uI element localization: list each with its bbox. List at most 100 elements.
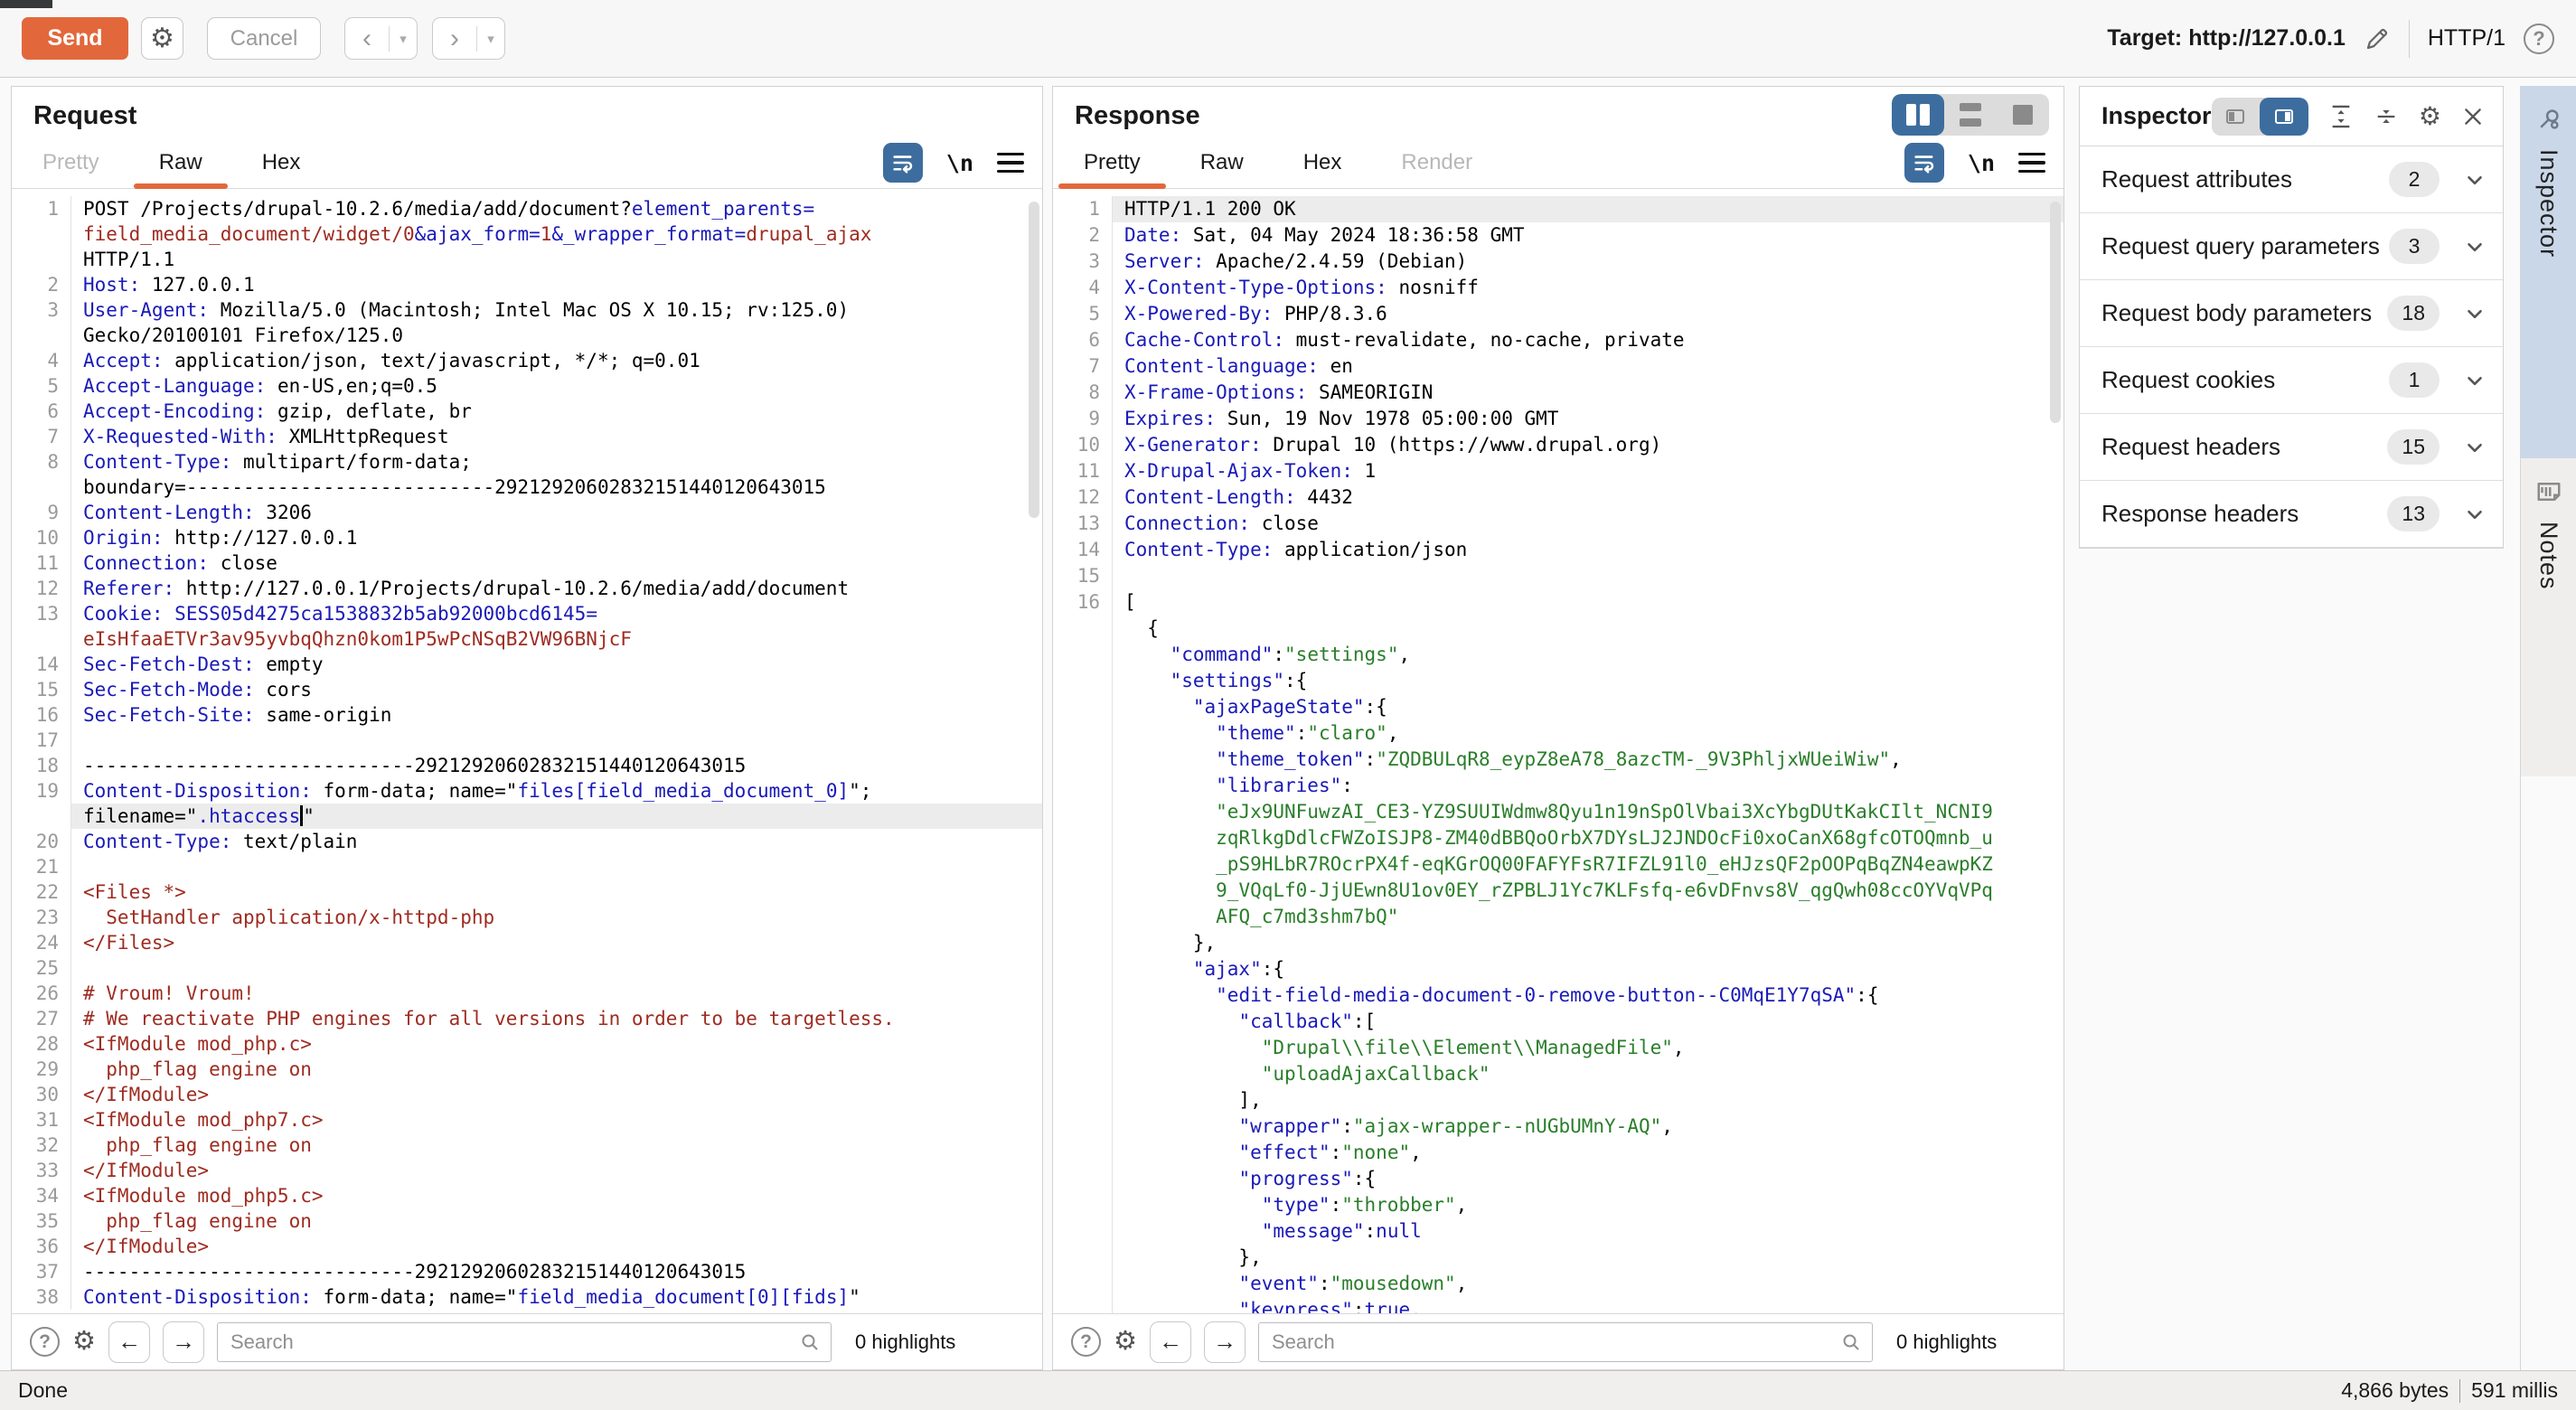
code-line: 29 php_flag engine on (12, 1057, 1042, 1082)
history-forward-button[interactable]: › ▾ (432, 17, 505, 60)
request-scrollbar[interactable] (1029, 202, 1039, 518)
send-settings-button[interactable]: ⚙ (141, 17, 183, 60)
code-line: "theme_token":"ZQDBULqR8_eypZ8eA78_8azcT… (1053, 747, 2064, 773)
search-help-icon[interactable]: ? (30, 1327, 60, 1357)
status-bar: Done 4,866 bytes 591 millis (0, 1370, 2576, 1410)
inspector-section-request-body-parameters[interactable]: Request body parameters18 (2080, 280, 2503, 347)
notes-tab-icon (2535, 478, 2562, 505)
tab-raw[interactable]: Raw (1175, 137, 1269, 188)
divider (2459, 1379, 2460, 1403)
code-line: ], (1053, 1087, 2064, 1114)
tab-render[interactable]: Render (1376, 137, 1498, 188)
request-tabs: PrettyRawHex \n (12, 137, 1042, 189)
search-settings-icon[interactable]: ⚙ (72, 1329, 96, 1355)
code-line: 8Content-Type: multipart/form-data; (12, 449, 1042, 475)
code-line: "progress":{ (1053, 1166, 2064, 1192)
tab-hex[interactable]: Hex (1278, 137, 1368, 188)
code-line: 12Referer: http://127.0.0.1/Projects/dru… (12, 576, 1042, 601)
expand-all-icon[interactable] (2328, 104, 2354, 129)
response-highlight-count: 0 highlights (1896, 1330, 1997, 1354)
show-newlines-toggle[interactable]: \n (1968, 150, 1995, 176)
section-count-badge: 2 (2389, 162, 2440, 197)
section-count-badge: 15 (2387, 429, 2440, 465)
word-wrap-toggle[interactable] (883, 143, 923, 183)
code-line: 8X-Frame-Options: SAMEORIGIN (1053, 380, 2064, 406)
code-line: 28<IfModule mod_php.c> (12, 1031, 1042, 1057)
code-line: 14Content-Type: application/json (1053, 537, 2064, 563)
search-next-button[interactable]: → (163, 1321, 204, 1363)
layout-columns-button[interactable] (1892, 94, 1944, 136)
send-button[interactable]: Send (22, 17, 128, 60)
search-prev-button[interactable]: ← (108, 1321, 150, 1363)
divider (2409, 20, 2410, 58)
chevron-down-icon[interactable]: ▾ (477, 31, 504, 47)
code-line: 6Cache-Control: must-revalidate, no-cach… (1053, 327, 2064, 353)
inspector-section-request-headers[interactable]: Request headers15 (2080, 414, 2503, 481)
main-area: Request PrettyRawHex \n 1POST /Projects/… (0, 79, 2576, 1370)
code-line: 33</IfModule> (12, 1158, 1042, 1183)
inspector-section-request-cookies[interactable]: Request cookies1 (2080, 347, 2503, 414)
section-count-badge: 1 (2389, 362, 2440, 398)
response-scrollbar[interactable] (2050, 202, 2061, 423)
code-line: 16[ (1053, 589, 2064, 616)
search-next-button[interactable]: → (1204, 1321, 1246, 1363)
dock-left-button[interactable] (2212, 98, 2261, 136)
side-tab-notes[interactable]: Notes (2521, 458, 2576, 776)
code-line: "settings":{ (1053, 668, 2064, 694)
section-label: Request query parameters (2101, 232, 2380, 260)
search-settings-icon[interactable]: ⚙ (1114, 1329, 1137, 1355)
section-count-badge: 18 (2387, 296, 2440, 331)
close-icon[interactable] (2461, 105, 2485, 128)
history-back-button[interactable]: ‹ ▾ (344, 17, 418, 60)
chevron-down-icon[interactable]: ▾ (390, 31, 417, 47)
dock-right-button[interactable] (2260, 98, 2308, 136)
cancel-button[interactable]: Cancel (207, 17, 321, 60)
collapse-all-icon[interactable] (2374, 104, 2399, 129)
code-line: 35 php_flag engine on (12, 1208, 1042, 1234)
tab-hex[interactable]: Hex (237, 137, 326, 188)
http-version-selector[interactable]: HTTP/1 (2428, 25, 2505, 52)
response-panel: Response PrettyRawHexRender \n (1052, 86, 2064, 1370)
code-line: 7Content-language: en (1053, 353, 2064, 380)
code-line: "wrapper":"ajax-wrapper--nUGbUMnY-AQ", (1053, 1114, 2064, 1140)
code-line: "edit-field-media-document-0-remove-butt… (1053, 982, 2064, 1009)
layout-single-button[interactable] (1997, 94, 2049, 136)
editor-menu-icon[interactable] (2018, 153, 2045, 174)
chevron-down-icon (2463, 168, 2487, 192)
response-search-input[interactable] (1258, 1322, 1873, 1362)
chevron-down-icon (2463, 436, 2487, 459)
search-help-icon[interactable]: ? (1071, 1327, 1101, 1357)
inspector-section-request-attributes[interactable]: Request attributes 2 (2080, 146, 2503, 213)
inspector-section-response-headers[interactable]: Response headers13 (2080, 481, 2503, 548)
inspector-section-request-query-parameters[interactable]: Request query parameters3 (2080, 213, 2503, 280)
code-line: 36</IfModule> (12, 1234, 1042, 1259)
section-label: Request attributes (2101, 165, 2292, 193)
search-prev-button[interactable]: ← (1150, 1321, 1191, 1363)
code-line: 1POST /Projects/drupal-10.2.6/media/add/… (12, 196, 1042, 221)
code-line: 9Content-Length: 3206 (12, 500, 1042, 525)
pencil-icon[interactable] (2364, 25, 2391, 52)
request-editor[interactable]: 1POST /Projects/drupal-10.2.6/media/add/… (12, 189, 1042, 1313)
show-newlines-toggle[interactable]: \n (946, 150, 973, 176)
code-line: 7X-Requested-With: XMLHttpRequest (12, 424, 1042, 449)
code-line: { (1053, 616, 2064, 642)
code-line: _pS9HLbR7ROcrPX4f-eqKGrOQ00FAFYFsR7IFZL9… (1053, 851, 2064, 878)
layout-rows-button[interactable] (1944, 94, 1997, 136)
code-line: "event":"mousedown", (1053, 1271, 2064, 1297)
tab-pretty[interactable]: Pretty (17, 137, 125, 188)
side-tab-inspector[interactable]: Inspector (2521, 86, 2576, 458)
inspector-dock-toggle (2212, 98, 2308, 136)
response-editor[interactable]: 1HTTP/1.1 200 OK2Date: Sat, 04 May 2024 … (1053, 189, 2064, 1313)
code-line: 22<Files *> (12, 879, 1042, 905)
tab-pretty[interactable]: Pretty (1058, 137, 1166, 188)
code-line: 31<IfModule mod_php7.c> (12, 1107, 1042, 1133)
inspector-settings-icon[interactable]: ⚙ (2419, 104, 2441, 129)
tab-raw[interactable]: Raw (134, 137, 228, 188)
word-wrap-toggle[interactable] (1904, 143, 1944, 183)
request-search-input[interactable] (217, 1322, 832, 1362)
help-icon[interactable]: ? (2524, 24, 2554, 54)
request-search-bar: ? ⚙ ← → 0 highlights (12, 1313, 1042, 1369)
editor-menu-icon[interactable] (997, 153, 1024, 174)
response-tabs: PrettyRawHexRender \n (1053, 137, 2064, 189)
code-line: 34<IfModule mod_php5.c> (12, 1183, 1042, 1208)
